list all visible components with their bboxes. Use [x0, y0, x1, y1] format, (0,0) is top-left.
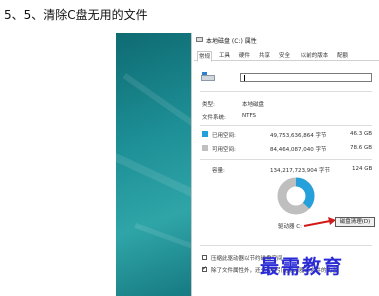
light-ray: [134, 223, 191, 262]
free-space-size: 78.6 GB: [350, 145, 373, 151]
tab-sharing[interactable]: 共享: [257, 51, 272, 61]
capacity-bytes: 134,217,723,904 字节: [270, 168, 330, 174]
free-space-label: 可用空间:: [212, 147, 236, 153]
type-value: 本地磁盘: [242, 102, 265, 108]
red-pointer-arrow: [303, 217, 336, 227]
divider: [200, 159, 372, 160]
drive-title-icon: [196, 37, 203, 42]
page-heading: 5、5、清除C盘无用的文件: [4, 8, 148, 22]
index-checkbox[interactable]: [202, 265, 207, 272]
filesystem-label: 文件系统:: [202, 115, 226, 121]
drive-letter-label: 驱动器 C:: [278, 224, 302, 230]
divider: [200, 91, 372, 92]
tab-tools[interactable]: 工具: [217, 51, 232, 61]
used-space-bytes: 49,753,636,864 字节: [270, 133, 327, 139]
filesystem-value: NTFS: [242, 113, 257, 119]
disk-usage-donut: [277, 177, 315, 215]
divider: [200, 125, 372, 126]
type-label: 类型:: [202, 102, 215, 108]
tab-quota[interactable]: 配额: [335, 51, 350, 61]
tab-security[interactable]: 安全: [277, 51, 292, 61]
capacity-size: 124 GB: [352, 166, 373, 172]
free-space-bytes: 84,464,087,040 字节: [270, 147, 327, 153]
light-ray: [116, 153, 191, 211]
drive-name-input[interactable]: [240, 73, 372, 82]
free-space-swatch: [202, 145, 208, 151]
tab-strip: 常规 工具 硬件 共享 安全 以前的版本 配额: [194, 51, 379, 62]
tab-general[interactable]: 常规: [197, 51, 212, 62]
divider: [200, 245, 372, 246]
disk-cleanup-button[interactable]: 磁盘清理(D): [335, 217, 375, 227]
capacity-label: 容量:: [212, 168, 225, 174]
dialog-title: 本地磁盘 (C:) 属性: [206, 38, 257, 45]
hard-disk-icon: [201, 75, 215, 81]
used-space-swatch: [202, 131, 208, 137]
tab-previous-versions[interactable]: 以前的版本: [298, 51, 331, 61]
used-space-label: 已用空间:: [212, 133, 236, 139]
title-bar[interactable]: 本地磁盘 (C:) 属性: [192, 33, 379, 47]
watermark-text: 最需教育: [260, 256, 345, 278]
light-ray: [122, 73, 191, 147]
drive-icon: [201, 72, 215, 82]
compress-checkbox[interactable]: [202, 255, 207, 260]
used-space-size: 46.3 GB: [350, 131, 373, 137]
tab-hardware[interactable]: 硬件: [237, 51, 252, 61]
text-caret: [244, 75, 245, 81]
desktop-background: [116, 33, 191, 296]
